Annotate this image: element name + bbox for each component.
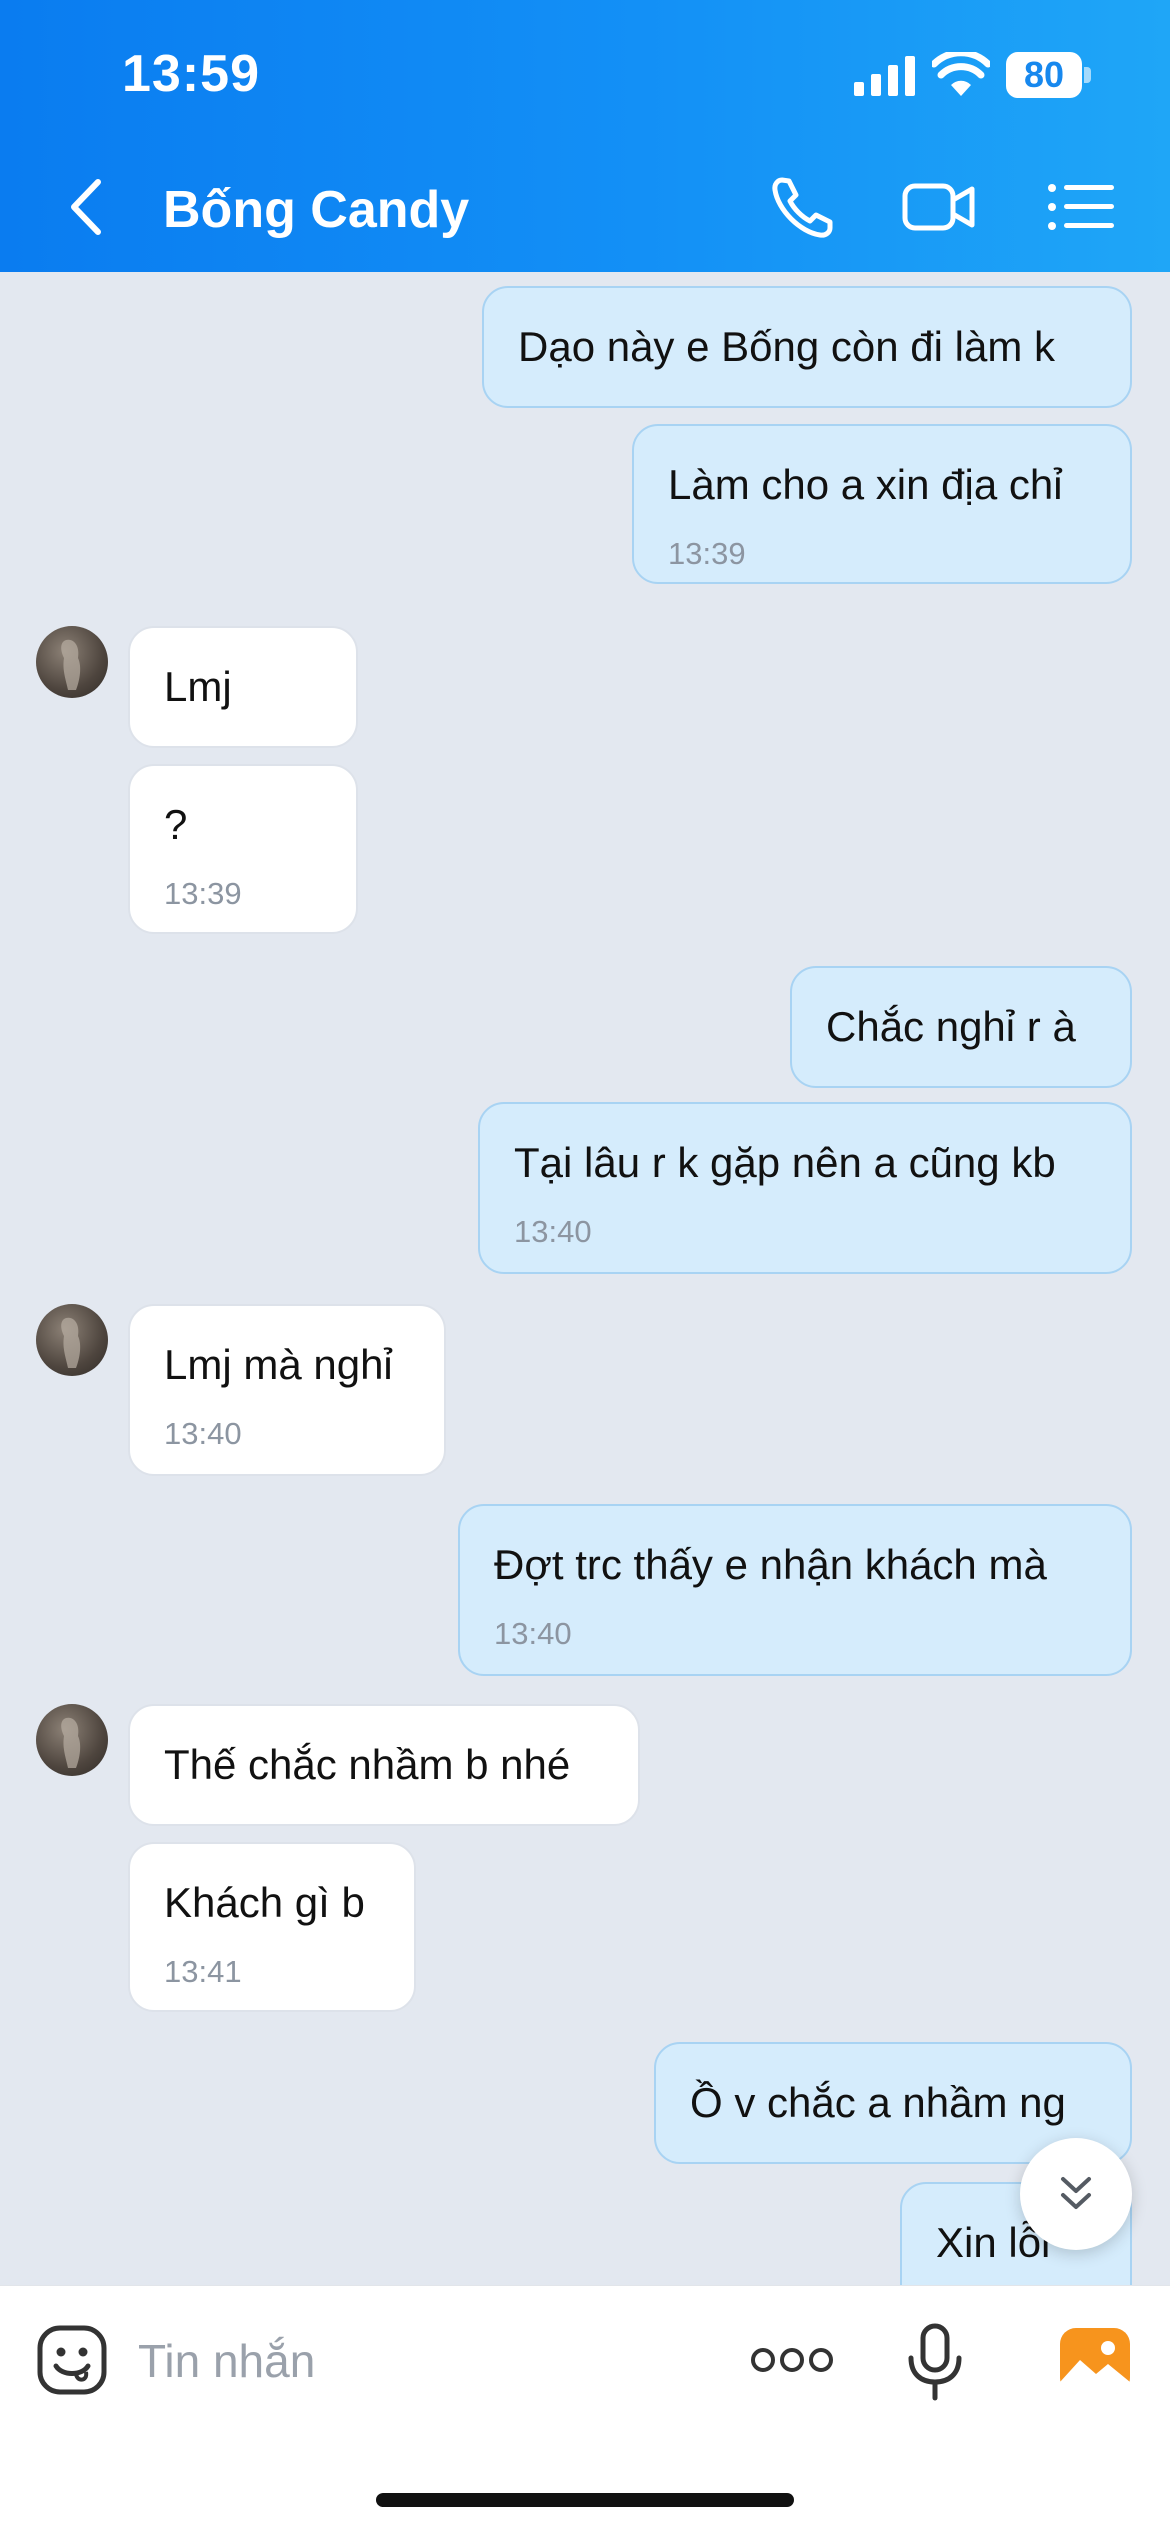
list-icon[interactable] (1044, 172, 1118, 242)
message-bubble-in[interactable]: Lmj mà nghỉ 13:40 (128, 1304, 446, 1476)
message-bubble-in[interactable]: ? 13:39 (128, 764, 358, 934)
sticker-icon[interactable] (36, 2324, 108, 2396)
message-text: Dạo này e Bống còn đi làm k (518, 323, 1055, 370)
contact-name[interactable]: Bống Candy (163, 180, 469, 240)
avatar[interactable] (36, 1304, 108, 1376)
message-bubble-out[interactable]: Đợt trc thấy e nhận khách mà 13:40 (458, 1504, 1132, 1676)
message-bubble-out[interactable]: Tại lâu r k gặp nên a cũng kb 13:40 (478, 1102, 1132, 1274)
message-time: 13:40 (164, 1416, 242, 1451)
message-text: Làm cho a xin địa chỉ (668, 461, 1063, 508)
battery-level: 80 (1023, 54, 1065, 95)
message-text: Thế chắc nhầm b nhé (164, 1741, 571, 1788)
photo-icon[interactable] (1058, 2326, 1132, 2396)
message-time: 13:40 (494, 1616, 572, 1651)
status-time: 13:59 (122, 45, 260, 103)
video-camera-icon[interactable] (902, 172, 976, 242)
scroll-to-bottom-button[interactable] (1020, 2138, 1132, 2250)
avatar[interactable] (36, 626, 108, 698)
message-text: Chắc nghỉ r à (826, 1003, 1076, 1050)
message-bubble-in[interactable]: Thế chắc nhầm b nhé (128, 1704, 640, 1826)
message-time: 13:39 (668, 536, 746, 571)
message-bubble-out[interactable]: Làm cho a xin địa chỉ 13:39 (632, 424, 1132, 584)
message-time: 13:40 (514, 1214, 592, 1249)
cellular-signal-icon (854, 56, 915, 96)
message-input[interactable] (138, 2326, 698, 2396)
avatar[interactable] (36, 1704, 108, 1776)
message-time: 13:41 (164, 1954, 242, 1989)
message-bubble-in[interactable]: Khách gì b 13:41 (128, 1842, 416, 2012)
battery-indicator: 80 (1006, 52, 1091, 98)
home-indicator (376, 2493, 794, 2507)
message-text: ? (164, 801, 188, 848)
chat-header: 13:59 80 Bống Candy (0, 0, 1170, 272)
message-text: Lmj mà nghỉ (164, 1341, 393, 1388)
message-text: Ồ v chắc a nhầm ng (690, 2079, 1066, 2126)
microphone-icon[interactable] (905, 2322, 965, 2402)
double-chevron-down-icon (1061, 2177, 1091, 2209)
message-text: Tại lâu r k gặp nên a cũng kb (514, 1139, 1056, 1186)
phone-icon[interactable] (768, 172, 842, 242)
message-bubble-in[interactable]: Lmj (128, 626, 358, 748)
message-bubble-out[interactable]: Chắc nghỉ r à (790, 966, 1132, 1088)
message-list[interactable]: Dạo này e Bống còn đi làm k Làm cho a xi… (0, 272, 1170, 2285)
more-dots-icon[interactable] (750, 2342, 834, 2378)
message-text: Đợt trc thấy e nhận khách mà (494, 1541, 1047, 1588)
chevron-left-icon[interactable] (60, 172, 116, 242)
message-text: Khách gì b (164, 1879, 365, 1926)
wifi-icon (932, 52, 990, 96)
message-bubble-out[interactable]: Dạo này e Bống còn đi làm k (482, 286, 1132, 408)
message-time: 13:39 (164, 876, 242, 911)
message-text: Lmj (164, 663, 232, 710)
